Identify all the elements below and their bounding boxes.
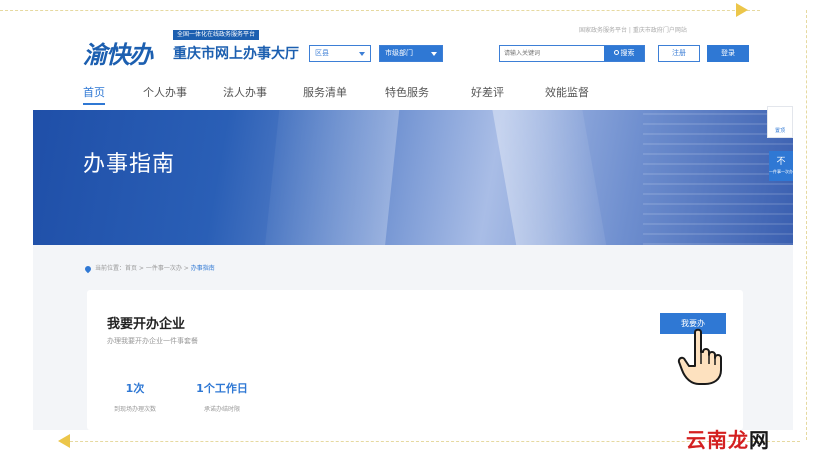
banner-building [489,110,607,245]
nav-item-corporate[interactable]: 法人办事 [223,84,267,100]
region-select-label: 区县 [315,49,329,57]
logo-tagline: 全国一体化在线政务服务平台 [173,30,260,40]
arrow-left-icon [58,434,70,448]
watermark-logo: 云南龙网 [686,424,770,453]
region-select[interactable]: 区县 [309,45,371,62]
nav-item-rating[interactable]: 好差评 [471,84,504,100]
watermark-main: 云南龙 [686,428,749,452]
card-title: 我要开办企业 [107,317,186,332]
stat-duration: 1个工作日 承诺办结时限 [187,380,257,413]
arrow-right-icon [736,3,748,17]
breadcrumb-current: 办事指南 [190,265,215,272]
search-input[interactable] [500,46,604,61]
banner-title: 办事指南 [83,152,176,177]
stat-label: 承诺办结时限 [203,406,240,413]
nav-item-personal[interactable]: 个人办事 [143,84,187,100]
back-to-top-button[interactable]: 置顶 [767,106,793,138]
chevron-down-icon [431,52,437,56]
back-to-top-label: 置顶 [774,128,785,134]
stat-label: 到现场办理次数 [113,406,156,413]
dept-select[interactable]: 市级部门 [379,45,443,62]
top-links[interactable]: 国家政务服务平台 | 重庆市政府门户网站 [579,25,687,34]
breadcrumb-prefix[interactable]: 当前位置：首页 > 一件事一次办 > [95,265,191,272]
frame-right-line [806,10,807,440]
side-tab-char: 不 [776,157,786,167]
site-header: 渝快办 全国一体化在线政务服务平台 重庆市网上办事大厅 国家政务服务平台 | 重… [33,18,793,110]
search-box: 搜索 [499,45,645,62]
login-button[interactable]: 登录 [707,45,749,62]
chevron-down-icon [359,52,365,56]
nav-item-featured[interactable]: 特色服务 [385,84,429,100]
banner-building [265,110,401,245]
nav-item-home[interactable]: 首页 [83,84,105,105]
search-button[interactable]: 搜索 [604,46,644,61]
dept-select-label: 市级部门 [385,49,413,57]
register-button[interactable]: 注册 [658,45,700,62]
site-logo[interactable]: 渝快办 [83,35,153,70]
service-card: 我要开办企业 办理我要开办企业一件事套餐 我要办 1次 到现场办理次数 1个工作… [87,290,743,430]
frame-top-line [0,10,760,11]
breadcrumb: 当前位置：首页 > 一件事一次办 > 办事指南 [83,263,215,273]
hero-banner: 办事指南 [33,110,793,245]
card-subtitle: 办理我要开办企业一件事套餐 [107,337,198,345]
stat-value: 1次 [125,382,145,395]
nav-item-supervision[interactable]: 效能监督 [545,84,589,100]
search-icon [613,50,619,55]
location-pin-icon [83,264,93,273]
hand-pointer-icon [677,328,722,385]
watermark-tail: 网 [749,428,770,452]
stat-value: 1个工作日 [196,382,248,395]
search-button-label: 搜索 [620,49,635,57]
stat-visits: 1次 到现场办理次数 [105,380,165,413]
side-tab-small: 一件事一次办 [769,169,793,174]
nav-item-service-list[interactable]: 服务清单 [303,84,347,100]
side-float-tab[interactable]: 不 一件事一次办 [769,151,793,181]
site-title: 重庆市网上办事大厅 [173,46,299,62]
